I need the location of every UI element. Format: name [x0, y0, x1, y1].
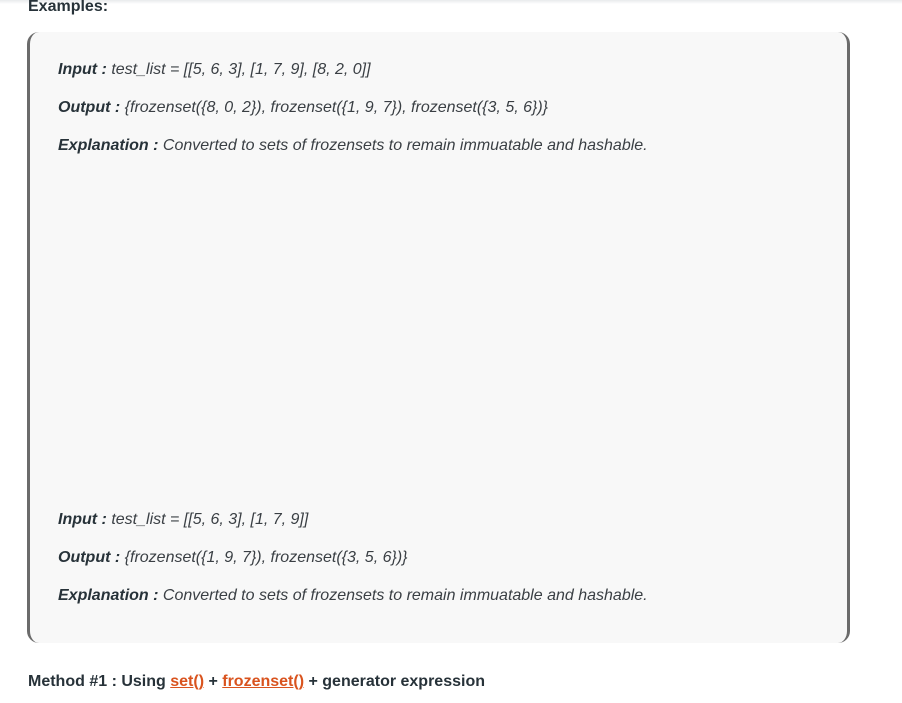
method-join: + [204, 673, 223, 690]
explanation-label: Explanation : [58, 137, 159, 154]
input-label: Input : [58, 61, 107, 78]
example-1-output: Output : {frozenset({8, 0, 2}), frozense… [58, 99, 548, 117]
examples-heading: Examples: [28, 0, 109, 15]
method-prefix: Method #1 : Using [28, 673, 166, 690]
example-2-explanation: Explanation : Converted to sets of froze… [58, 587, 648, 605]
output-label: Output : [58, 99, 121, 116]
output-label: Output : [58, 549, 121, 566]
example-2-input: Input : test_list = [[5, 6, 3], [1, 7, 9… [58, 511, 308, 529]
explanation-label: Explanation : [58, 587, 159, 604]
explanation-value: Converted to sets of frozensets to remai… [158, 137, 648, 154]
set-link[interactable]: set() [170, 673, 204, 690]
input-value: test_list = [[5, 6, 3], [1, 7, 9], [8, 2… [106, 61, 371, 78]
input-value: test_list = [[5, 6, 3], [1, 7, 9]] [106, 511, 309, 528]
example-2-output: Output : {frozenset({1, 9, 7}), frozense… [58, 549, 408, 567]
method-suffix: + generator expression [304, 673, 485, 690]
example-1-input: Input : test_list = [[5, 6, 3], [1, 7, 9… [58, 61, 371, 79]
method-heading: Method #1 : Using set() + frozenset() + … [28, 673, 485, 691]
explanation-value: Converted to sets of frozensets to remai… [158, 587, 648, 604]
example-1-explanation: Explanation : Converted to sets of froze… [58, 137, 648, 155]
top-divider [0, 0, 902, 4]
output-value: {frozenset({1, 9, 7}), frozenset({3, 5, … [120, 549, 408, 566]
examples-box: Input : test_list = [[5, 6, 3], [1, 7, 9… [27, 32, 850, 643]
frozenset-link[interactable]: frozenset() [222, 673, 304, 690]
output-value: {frozenset({8, 0, 2}), frozenset({1, 9, … [120, 99, 549, 116]
input-label: Input : [58, 511, 107, 528]
